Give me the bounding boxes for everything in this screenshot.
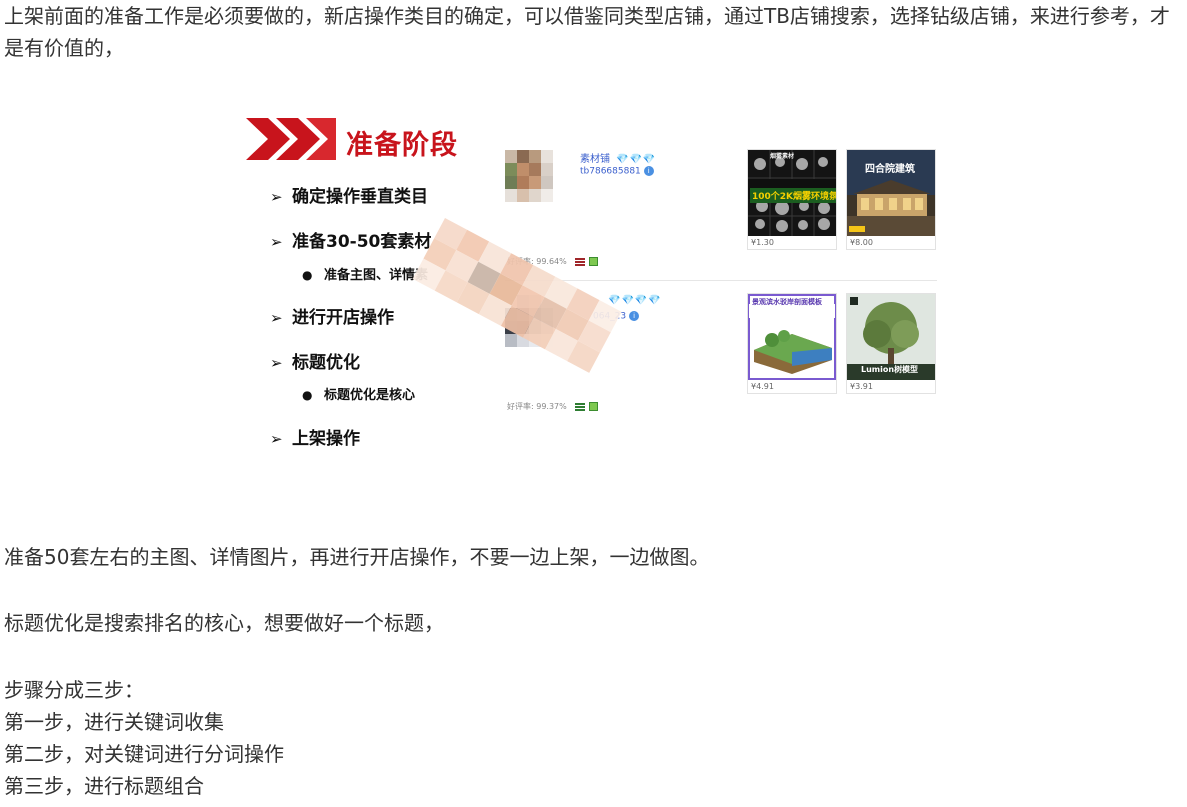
dot-bullet-icon: ● bbox=[302, 268, 313, 282]
banner-title: 准备阶段 bbox=[346, 130, 458, 161]
arrow-bullet-icon: ➢ bbox=[270, 233, 283, 251]
steps-heading: 步骤分成三步： bbox=[4, 678, 144, 702]
product-image: 景观滨水驳岸剖面模板 bbox=[748, 294, 836, 380]
double-chevron-icon bbox=[246, 118, 336, 160]
product-price: ¥3.91 bbox=[850, 382, 873, 391]
shop-rating: 好评率: 99.37% bbox=[507, 401, 598, 412]
shop-name[interactable]: 素材铺 💎💎💎 bbox=[580, 150, 656, 165]
outline-item: ➢ 确定操作垂直类目 bbox=[270, 187, 428, 207]
product-price: ¥1.30 bbox=[751, 238, 774, 247]
outline-item: ➢ 准备30-50套素材 bbox=[270, 232, 432, 252]
product-image: 四合院建筑 bbox=[847, 150, 935, 236]
badge-icon bbox=[574, 402, 585, 411]
title-paragraph: 标题优化是搜索排名的核心，想要做好一个标题， bbox=[4, 611, 444, 635]
info-icon: i bbox=[643, 166, 654, 176]
arrow-bullet-icon: ➢ bbox=[270, 188, 283, 206]
step-item: 第一步，进行关键词收集 bbox=[4, 710, 224, 734]
info-icon: i bbox=[629, 311, 640, 321]
product-image: 烟雾素材 100个2K烟雾环境氛围 bbox=[748, 150, 836, 236]
product-price: ¥4.91 bbox=[751, 382, 774, 391]
product-thumbnail[interactable]: Lumion树模型 ¥3.91 bbox=[846, 293, 936, 394]
product-price: ¥8.00 bbox=[850, 238, 873, 247]
shop-card[interactable]: 素材铺 💎💎💎 tb786685881 i 好评率: 99.64% 烟雾素材 1… bbox=[505, 146, 945, 276]
outline-item: ➢ 标题优化 bbox=[270, 353, 360, 373]
product-image: Lumion树模型 bbox=[847, 294, 935, 380]
divider bbox=[505, 280, 937, 281]
smiley-badge-icon bbox=[588, 402, 598, 411]
dot-bullet-icon: ● bbox=[302, 388, 313, 402]
badge-icon bbox=[574, 257, 585, 266]
smiley-badge-icon bbox=[588, 257, 598, 266]
prep-paragraph: 准备50套左右的主图、详情图片，再进行开店操作，不要一边上架，一边做图。 bbox=[4, 545, 710, 569]
arrow-bullet-icon: ➢ bbox=[270, 430, 283, 448]
outline-subitem: ● 准备主图、详情素 bbox=[302, 268, 429, 283]
arrow-bullet-icon: ➢ bbox=[270, 354, 283, 372]
diamond-rank-icon: 💎💎💎 bbox=[616, 154, 657, 165]
avatar bbox=[505, 150, 553, 202]
outline-item: ➢ 进行开店操作 bbox=[270, 308, 394, 328]
product-thumbnail[interactable]: 景观滨水驳岸剖面模板 ¥4.91 bbox=[747, 293, 837, 394]
product-thumbnail[interactable]: 烟雾素材 100个2K烟雾环境氛围 ¥1.30 bbox=[747, 149, 837, 250]
outline-item: ➢ 上架操作 bbox=[270, 429, 360, 449]
product-thumbnail[interactable]: 四合院建筑 ¥8.00 bbox=[846, 149, 936, 250]
intro-paragraph: 上架前面的准备工作是必须要做的，新店操作类目的确定，可以借鉴同类型店铺，通过TB… bbox=[4, 4, 1170, 60]
step-item: 第二步，对关键词进行分词操作 bbox=[4, 742, 284, 766]
step-item: 第三步，进行标题组合 bbox=[4, 774, 204, 798]
shop-id: tb786685881 i bbox=[580, 166, 654, 177]
outline-subitem: ● 标题优化是核心 bbox=[302, 388, 416, 403]
arrow-bullet-icon: ➢ bbox=[270, 309, 283, 327]
diamond-rank-icon: 💎💎💎💎 bbox=[608, 295, 662, 306]
stage-banner: 准备阶段 bbox=[246, 114, 476, 164]
preparation-stage-figure: 准备阶段 ➢ 确定操作垂直类目 ➢ 准备30-50套素材 ● 准备主图、详情素 ➢ 进行… bbox=[240, 106, 945, 460]
